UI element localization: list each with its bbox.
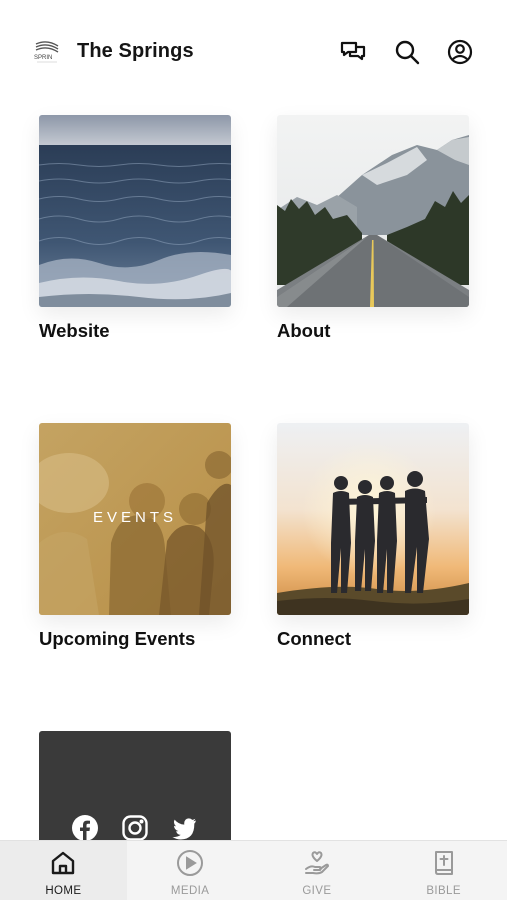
tile-label: Upcoming Events <box>39 628 196 649</box>
friends-sunset-image <box>277 423 469 615</box>
home-icon <box>49 849 77 877</box>
events-image: EVENTS <box>39 423 231 615</box>
tab-give[interactable]: GIVE <box>254 841 381 900</box>
tab-label: MEDIA <box>170 885 210 897</box>
social-tile <box>39 731 231 851</box>
tab-label: HOME <box>45 885 82 897</box>
give-icon <box>303 849 331 877</box>
tile-connect[interactable]: Connect <box>277 423 469 650</box>
tile-label: Connect <box>277 628 351 649</box>
mountain-road-image <box>277 115 469 307</box>
tab-bible[interactable]: BIBLE <box>380 841 507 900</box>
tab-label: BIBLE <box>426 885 461 897</box>
tab-media[interactable]: MEDIA <box>127 841 254 900</box>
page-title: The Springs <box>77 40 194 62</box>
tile-website[interactable]: Website <box>39 115 231 342</box>
app-header: SPRIN The Springs <box>0 0 507 100</box>
tile-upcoming-events[interactable]: EVENTS Upcoming Events <box>39 423 231 650</box>
instagram-icon[interactable] <box>121 814 149 842</box>
play-icon <box>176 849 204 877</box>
church-logo: SPRIN <box>33 38 61 66</box>
tab-label: GIVE <box>302 885 332 897</box>
chat-icon[interactable] <box>339 38 367 66</box>
profile-icon[interactable] <box>446 38 474 66</box>
ocean-image <box>39 115 231 307</box>
svg-text:SPRIN: SPRIN <box>34 55 52 61</box>
tile-label: About <box>277 320 331 341</box>
twitter-icon[interactable] <box>170 814 198 842</box>
events-overlay-text: EVENTS <box>92 509 177 526</box>
tile-about[interactable]: About <box>277 115 469 342</box>
search-icon[interactable] <box>393 38 421 66</box>
facebook-icon[interactable] <box>71 814 99 842</box>
tab-home[interactable]: HOME <box>0 841 127 900</box>
tile-label: Website <box>39 320 110 341</box>
bottom-tab-bar: HOME MEDIA GIVE BIBLE <box>0 840 507 900</box>
bible-icon <box>430 849 458 877</box>
